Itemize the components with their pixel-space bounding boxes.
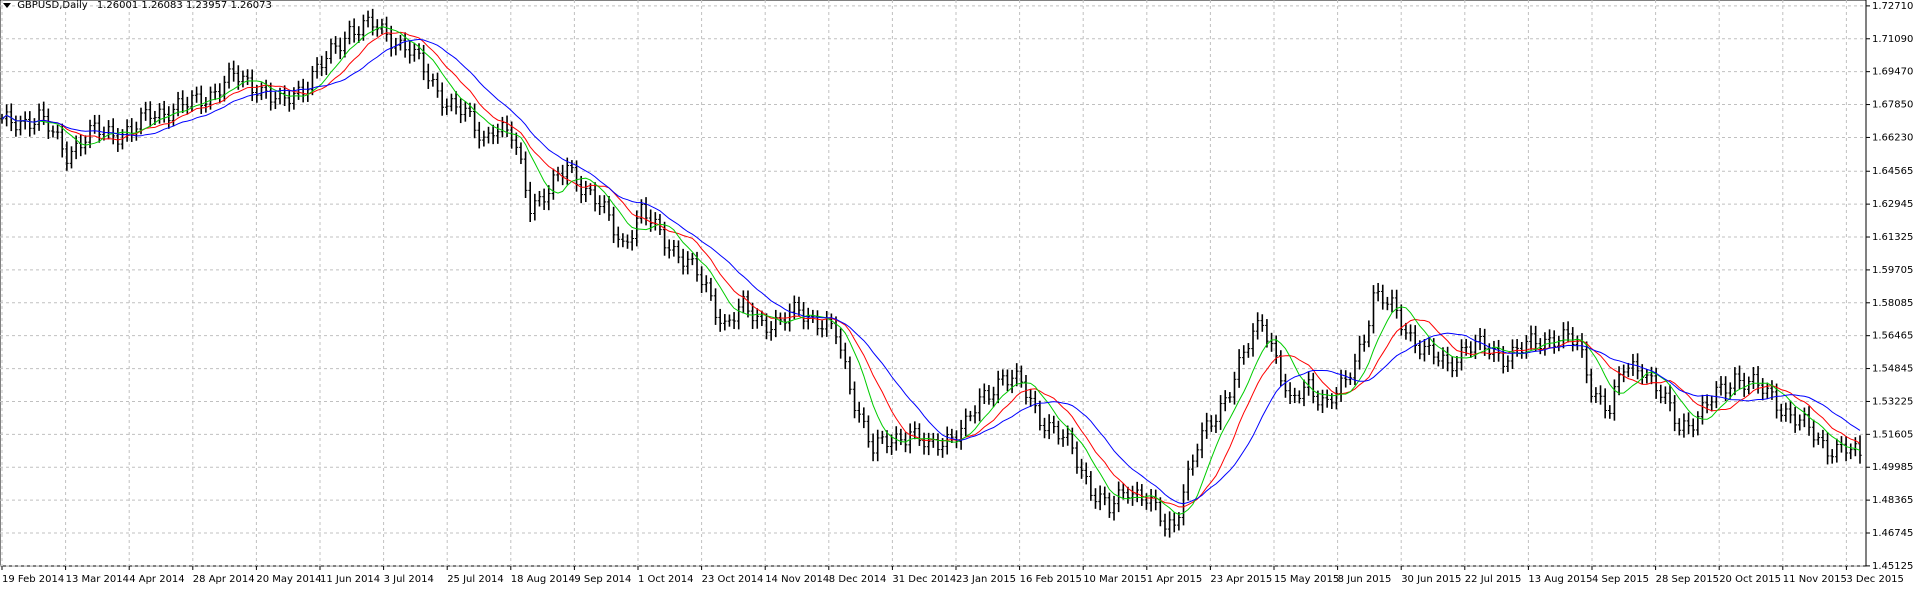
y-tick-label: 1.66230 [1872,132,1913,143]
x-tick-label: 28 Sep 2015 [1656,574,1719,585]
y-tick-label: 1.56465 [1872,331,1913,342]
x-tick-label: 8 Dec 2014 [829,574,887,585]
x-tick-label: 11 Nov 2015 [1783,574,1847,585]
y-tick-label: 1.48365 [1872,495,1913,506]
y-tick-label: 1.64565 [1872,166,1913,177]
x-axis: 19 Feb 2014 13 Mar 2014 4 Apr 2014 28 Apr 2… [1,566,1904,585]
x-tick-label: 1 Apr 2015 [1147,574,1202,585]
x-tick-label: 22 Jul 2015 [1465,574,1522,585]
x-tick-label: 4 Sep 2015 [1592,574,1649,585]
y-tick-label: 1.46745 [1872,528,1913,539]
x-tick-label: 25 Jul 2014 [447,574,504,585]
x-tick-label: 3 Dec 2015 [1846,574,1904,585]
x-tick-label: 23 Oct 2014 [702,574,764,585]
x-tick-label: 13 Aug 2015 [1528,574,1592,585]
y-tick-label: 1.59705 [1872,265,1913,276]
plot-frame [0,0,1867,567]
x-tick-label: 13 Mar 2014 [66,574,129,585]
y-tick-label: 1.69470 [1872,67,1913,78]
x-tick-label: 31 Dec 2014 [892,574,956,585]
x-tick-label: 8 Jun 2015 [1338,574,1392,585]
x-tick-label: 16 Feb 2015 [1020,574,1082,585]
x-tick-label: 15 May 2015 [1274,574,1339,585]
ohlc-values: 1.26001 1.26083 1.23957 1.26073 [96,0,272,11]
price-chart[interactable]: 1.72710 1.71090 1.69470 1.67850 1.66230 1.645… [0,0,1914,590]
x-tick-label: 18 Aug 2014 [511,574,575,585]
x-tick-label: 3 Jul 2014 [384,574,434,585]
collapse-triangle-icon[interactable] [3,3,11,8]
x-tick-label: 20 Oct 2015 [1719,574,1781,585]
chart-header: GBPUSD,Daily 1.26001 1.26083 1.23957 1.2… [3,0,272,14]
x-tick-label: 30 Jun 2015 [1401,574,1461,585]
y-tick-label: 1.51605 [1872,429,1913,440]
chart-area[interactable]: 1.72710 1.71090 1.69470 1.67850 1.66230 1.645… [0,0,1914,590]
y-tick-label: 1.62945 [1872,199,1913,210]
y-tick-label: 1.53225 [1872,396,1913,407]
x-tick-label: 23 Apr 2015 [1210,574,1272,585]
y-tick-label: 1.71090 [1872,34,1913,45]
y-tick-label: 1.67850 [1872,100,1913,111]
x-tick-label: 1 Oct 2014 [638,574,693,585]
x-tick-label: 10 Mar 2015 [1083,574,1146,585]
y-tick-label: 1.72710 [1872,1,1913,12]
x-tick-label: 9 Sep 2014 [574,574,631,585]
y-axis: 1.72710 1.71090 1.69470 1.67850 1.66230 1.645… [1866,1,1913,572]
x-tick-label: 20 May 2014 [256,574,321,585]
x-tick-label: 11 Jun 2014 [320,574,380,585]
x-tick-label: 28 Apr 2014 [193,574,255,585]
y-tick-label: 1.58085 [1872,298,1913,309]
x-tick-label: 4 Apr 2014 [129,574,184,585]
y-tick-label: 1.45125 [1872,561,1913,572]
x-tick-label: 19 Feb 2014 [2,574,64,585]
y-tick-label: 1.61325 [1872,232,1913,243]
y-tick-label: 1.49985 [1872,462,1913,473]
x-tick-label: 23 Jan 2015 [956,574,1016,585]
x-tick-label: 14 Nov 2014 [765,574,829,585]
symbol-label: GBPUSD,Daily [17,0,88,11]
y-tick-label: 1.54845 [1872,364,1913,375]
